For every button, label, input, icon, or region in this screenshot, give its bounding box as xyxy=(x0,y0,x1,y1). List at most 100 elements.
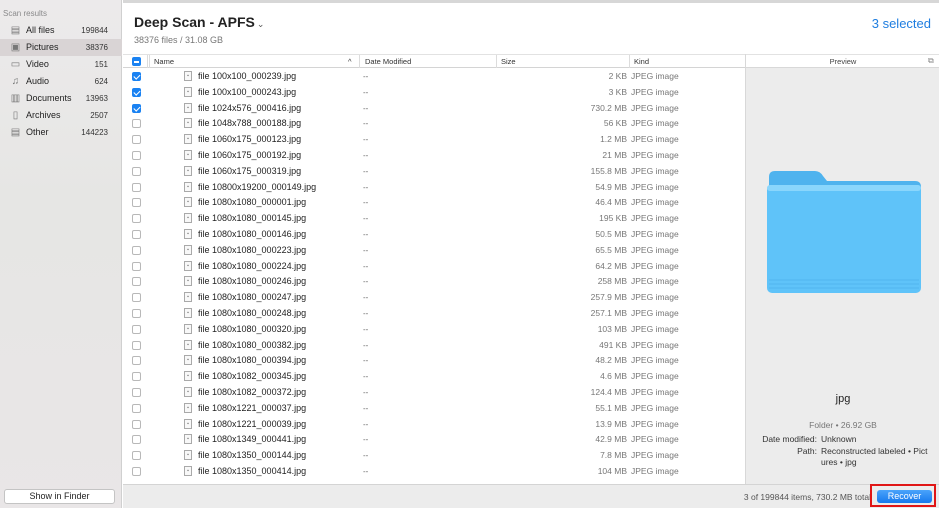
file-kind: JPEG image xyxy=(631,339,679,350)
table-row[interactable]: ▪ file 1080x1080_000223.jpg -- 65.5 MB JPEG … xyxy=(123,243,745,259)
table-row[interactable]: ▪ file 1080x1080_000224.jpg -- 64.2 MB JPEG … xyxy=(123,259,745,275)
row-checkbox[interactable] xyxy=(132,135,141,145)
preview-panel: Preview ⧉ jpg Folder • 26.92 GB Date mod… xyxy=(745,54,939,484)
sidebar-item-archives[interactable]: ▯ Archives 2507 xyxy=(0,107,122,124)
file-kind: JPEG image xyxy=(631,450,679,461)
path-key: Path: xyxy=(797,446,817,456)
row-checkbox[interactable] xyxy=(132,372,141,382)
file-name: file 1080x1221_000037.jpg xyxy=(198,402,307,413)
file-size: 2 KB xyxy=(608,71,627,81)
row-checkbox[interactable] xyxy=(132,324,141,334)
row-checkbox[interactable] xyxy=(132,72,141,81)
file-date: -- xyxy=(363,293,369,303)
sidebar-item-pictures[interactable]: ▣ Pictures 38376 xyxy=(0,39,122,56)
table-row[interactable]: ▪ file 1060x175_000123.jpg -- 1.2 MB JPEG im… xyxy=(123,132,745,148)
file-size: 42.9 MB xyxy=(595,434,627,445)
row-checkbox[interactable] xyxy=(132,277,141,287)
table-row[interactable]: ▪ file 1080x1082_000372.jpg -- 124.4 MB JPEG… xyxy=(123,385,745,401)
row-checkbox[interactable] xyxy=(132,451,141,461)
recover-highlight: Recover xyxy=(870,484,936,507)
table-row[interactable]: ▪ file 1080x1080_000382.jpg -- 491 KB JPEG i… xyxy=(123,338,745,354)
table-row[interactable]: ▪ file 1080x1080_000248.jpg -- 257.1 MB JPEG… xyxy=(123,306,745,322)
table-row[interactable]: ▪ file 1080x1080_000001.jpg -- 46.4 MB JPEG … xyxy=(123,195,745,211)
file-kind: JPEG image xyxy=(631,150,679,160)
sidebar-item-audio[interactable]: ♫ Audio 624 xyxy=(0,73,122,90)
row-checkbox[interactable] xyxy=(132,119,141,129)
file-size: 257.1 MB xyxy=(590,308,627,318)
table-row[interactable]: ▪ file 1080x1350_000144.jpg -- 7.8 MB JPEG i… xyxy=(123,448,745,464)
row-checkbox[interactable] xyxy=(132,151,141,160)
row-checkbox[interactable] xyxy=(132,388,141,397)
table-row[interactable]: ▪ file 1080x1080_000320.jpg -- 103 MB JPEG i… xyxy=(123,322,745,338)
row-checkbox[interactable] xyxy=(132,230,141,239)
copy-icon[interactable]: ⧉ xyxy=(928,57,936,65)
header: Deep Scan - APFS ⌄ 38376 files / 31.08 GB… xyxy=(123,0,939,54)
table-row[interactable]: ▪ file 1080x1080_000394.jpg -- 48.2 MB JPEG … xyxy=(123,353,745,369)
row-checkbox[interactable] xyxy=(132,419,141,429)
show-in-finder-button[interactable]: Show in Finder xyxy=(4,489,115,504)
file-kind: JPEG image xyxy=(631,244,679,255)
footer-bar: 3 of 199844 items, 730.2 MB total xyxy=(123,484,939,508)
file-kind: JPEG image xyxy=(631,276,679,287)
table-row[interactable]: ▪ file 1080x1080_000146.jpg -- 50.5 MB JPEG … xyxy=(123,227,745,243)
row-checkbox[interactable] xyxy=(132,245,141,255)
file-kind: JPEG image xyxy=(631,181,679,192)
file-date: -- xyxy=(363,245,369,255)
table-row[interactable]: ▪ file 1080x1221_000037.jpg -- 55.1 MB JPEG … xyxy=(123,401,745,417)
row-checkbox[interactable] xyxy=(132,340,141,350)
sidebar-item-count: 38376 xyxy=(85,43,108,52)
row-checkbox[interactable] xyxy=(132,261,141,271)
row-checkbox[interactable] xyxy=(132,214,141,224)
file-name: file 1080x1082_000372.jpg xyxy=(198,387,307,397)
folder-icon xyxy=(767,171,921,293)
table-row[interactable]: ▪ file 1080x1221_000039.jpg -- 13.9 MB JPEG … xyxy=(123,417,745,433)
row-checkbox[interactable] xyxy=(132,309,141,318)
table-row[interactable]: ▪ file 1080x1349_000441.jpg -- 42.9 MB JPEG … xyxy=(123,432,745,448)
table-row[interactable]: ▪ file 1060x175_000319.jpg -- 155.8 MB JPEG … xyxy=(123,164,745,180)
scan-title-dropdown[interactable]: Deep Scan - APFS ⌄ xyxy=(134,14,264,30)
row-checkbox[interactable] xyxy=(132,103,141,113)
table-row[interactable]: ▪ file 1048x788_000188.jpg -- 56 KB JPEG ima… xyxy=(123,116,745,132)
column-date-modified[interactable]: Date Modified xyxy=(365,57,411,66)
row-checkbox[interactable] xyxy=(132,182,141,192)
table-row[interactable]: ▪ file 100x100_000239.jpg -- 2 KB JPEG image xyxy=(123,69,745,85)
column-size[interactable]: Size xyxy=(501,57,516,66)
row-checkbox[interactable] xyxy=(132,198,141,208)
row-checkbox[interactable] xyxy=(132,166,141,176)
sort-ascending-icon[interactable]: ^ xyxy=(348,57,352,66)
file-kind: JPEG image xyxy=(631,260,679,271)
table-row[interactable]: ▪ file 1080x1350_000414.jpg -- 104 MB JPEG i… xyxy=(123,464,745,480)
table-row[interactable]: ▪ file 1080x1080_000246.jpg -- 258 MB JPEG i… xyxy=(123,274,745,290)
file-date: -- xyxy=(363,309,369,318)
table-row[interactable]: ▪ file 10800x19200_000149.jpg -- 54.9 MB JPE… xyxy=(123,180,745,196)
table-row[interactable]: ▪ file 1080x1082_000345.jpg -- 4.6 MB JPEG i… xyxy=(123,369,745,385)
table-row[interactable]: ▪ file 1080x1080_000247.jpg -- 257.9 MB JPEG… xyxy=(123,290,745,306)
table-row[interactable]: ▪ file 1024x576_000416.jpg -- 730.2 MB JPEG … xyxy=(123,101,745,117)
table-row[interactable]: ▪ file 1060x175_000192.jpg -- 21 MB JPEG ima… xyxy=(123,148,745,164)
sidebar-item-video[interactable]: ▭ Video 151 xyxy=(0,56,122,73)
row-checkbox[interactable] xyxy=(132,87,141,97)
recover-button[interactable]: Recover xyxy=(877,490,932,503)
column-kind[interactable]: Kind xyxy=(634,57,649,66)
select-all-checkbox[interactable] xyxy=(132,57,141,66)
column-name[interactable]: Name xyxy=(154,57,174,66)
table-row[interactable]: ▪ file 100x100_000243.jpg -- 3 KB JPEG image xyxy=(123,85,745,101)
sidebar-item-count: 13963 xyxy=(85,94,108,103)
sidebar-item-label: Documents xyxy=(26,93,72,103)
file-name: file 1080x1221_000039.jpg xyxy=(198,418,307,429)
row-checkbox[interactable] xyxy=(132,293,141,303)
file-kind: JPEG image xyxy=(631,102,679,113)
sidebar-item-documents[interactable]: ▥ Documents 13963 xyxy=(0,90,122,107)
file-size: 65.5 MB xyxy=(595,244,627,255)
sidebar-item-other[interactable]: ▤ Other 144223 xyxy=(0,124,122,141)
sidebar-item-all-files[interactable]: ▤ All files 199844 xyxy=(0,22,122,39)
row-checkbox[interactable] xyxy=(132,467,141,476)
table-row[interactable]: ▪ file 1080x1080_000145.jpg -- 195 KB JPEG i… xyxy=(123,211,745,227)
file-kind: JPEG image xyxy=(631,86,679,97)
row-checkbox[interactable] xyxy=(132,435,141,445)
file-name: file 100x100_000239.jpg xyxy=(198,71,297,81)
jpeg-file-icon: ▪ xyxy=(184,102,192,113)
row-checkbox[interactable] xyxy=(132,356,141,366)
file-name: file 1080x1349_000441.jpg xyxy=(198,434,307,445)
row-checkbox[interactable] xyxy=(132,403,141,413)
